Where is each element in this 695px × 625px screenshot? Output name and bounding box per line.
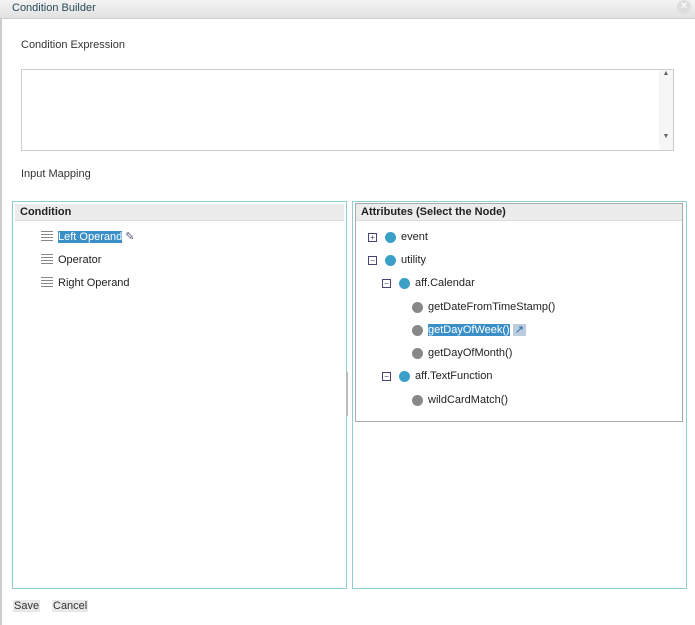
function-icon (412, 347, 423, 359)
class-icon (399, 277, 410, 289)
dialog-edge (0, 18, 2, 625)
collapse-icon[interactable]: − (368, 255, 377, 265)
condition-panel: Condition Left Operand ✎ Operator Right … (12, 201, 347, 589)
save-button[interactable]: Save (13, 600, 41, 612)
condition-expression-label: Condition Expression (21, 39, 125, 51)
title-bar[interactable] (0, 0, 695, 19)
collapse-icon[interactable]: − (382, 371, 391, 381)
list-icon (41, 277, 53, 290)
edit-icon[interactable]: ✎ (125, 231, 134, 243)
function-icon (412, 301, 423, 313)
expression-scrollbar[interactable]: ▲ ▼ (659, 69, 674, 151)
list-icon (41, 254, 53, 267)
condition-item-right-operand[interactable]: Right Operand (41, 275, 130, 291)
tree-node-function[interactable]: getDayOfMonth() (412, 345, 512, 361)
input-mapping-label: Input Mapping (21, 168, 91, 180)
expand-icon[interactable]: + (368, 232, 377, 242)
object-icon (385, 231, 396, 243)
attributes-tree: Attributes (Select the Node) + event − uti… (355, 203, 683, 422)
class-icon (399, 370, 410, 382)
tree-node-function-selected[interactable]: getDayOfWeek() ↗ (412, 322, 526, 338)
tree-node-function[interactable]: wildCardMatch() (412, 392, 508, 408)
function-icon (412, 394, 423, 406)
collapse-icon[interactable]: − (382, 278, 391, 288)
function-icon (412, 324, 423, 336)
map-arrow-icon[interactable]: ↗ (512, 324, 526, 336)
tree-node-function[interactable]: getDateFromTimeStamp() (412, 299, 555, 315)
condition-item-operator[interactable]: Operator (41, 252, 101, 268)
tree-node-aff-textfunction[interactable]: − aff.TextFunction (382, 368, 492, 384)
dialog-title: Condition Builder (12, 2, 96, 14)
attributes-header: Attributes (Select the Node) (356, 204, 682, 221)
condition-header: Condition (15, 204, 344, 221)
object-icon (385, 254, 396, 266)
close-icon[interactable]: ✕ (677, 0, 691, 14)
condition-item-left-operand[interactable]: Left Operand ✎ (41, 229, 135, 245)
list-icon (41, 231, 53, 244)
tree-node-utility[interactable]: − utility (368, 252, 426, 268)
tree-node-aff-calendar[interactable]: − aff.Calendar (382, 275, 475, 291)
cancel-button[interactable]: Cancel (52, 600, 89, 612)
condition-expression-input[interactable] (21, 69, 661, 151)
attributes-panel: Attributes (Select the Node) + event − uti… (352, 201, 687, 589)
tree-node-event[interactable]: + event (368, 229, 428, 245)
splitter-handle[interactable] (346, 372, 348, 416)
